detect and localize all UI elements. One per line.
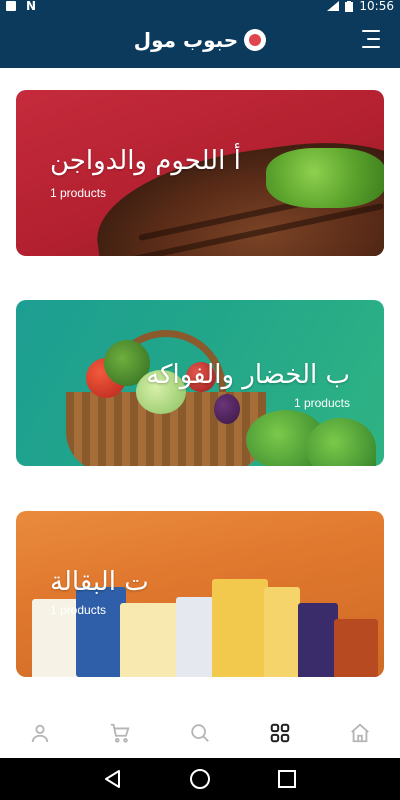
app-bar: حبوب مول (0, 12, 400, 68)
nav-cart[interactable] (100, 713, 140, 753)
category-card-meat[interactable]: أ اللحوم والدواجن 1 products (16, 90, 384, 256)
oil-bottle-image (264, 587, 300, 677)
search-icon (191, 724, 209, 742)
herb-topping-image (266, 148, 384, 208)
cart-icon (110, 723, 130, 743)
nav-search[interactable] (180, 713, 220, 753)
app-title: حبوب مول (133, 28, 239, 52)
system-back-button[interactable] (98, 764, 128, 794)
bottom-navigation (0, 708, 400, 758)
hamburger-menu-icon[interactable] (360, 30, 380, 48)
system-recents-button[interactable] (272, 764, 302, 794)
brand: حبوب مول (133, 28, 267, 52)
notification-icon (6, 1, 16, 11)
back-icon (105, 770, 121, 788)
home-circle-icon (189, 769, 210, 789)
recents-icon (277, 770, 296, 788)
system-home-button[interactable] (185, 764, 215, 794)
jam-jar-image (298, 603, 338, 677)
category-count: 1 products (293, 396, 350, 410)
milk-can-image (76, 587, 126, 677)
battery-icon (345, 0, 354, 12)
grid-icon (270, 723, 290, 743)
status-bar: N 10:56 (0, 0, 400, 13)
category-title: أ اللحوم والدواجن (50, 146, 241, 176)
category-card-vegetables[interactable]: ب الخضار والفواكه 1 products (16, 300, 384, 466)
brand-logo-icon (244, 29, 267, 51)
system-navigation-bar (0, 758, 400, 800)
ketchup-bottle-image (334, 619, 378, 677)
category-title: ت البقالة (50, 567, 149, 597)
rice-bag-image (120, 603, 180, 677)
home-icon (351, 723, 369, 743)
person-icon (31, 724, 49, 743)
corn-flakes-image (212, 579, 268, 677)
category-count: 1 products (50, 603, 107, 617)
category-list: أ اللحوم والدواجن 1 products ب الخضار وا… (0, 68, 400, 708)
lettuce-image (306, 418, 376, 466)
category-card-grocery[interactable]: ت البقالة 1 products (16, 511, 384, 677)
eggplant-image (214, 394, 240, 424)
nav-profile[interactable] (20, 713, 60, 753)
signal-icon (327, 1, 340, 11)
oil-bottle-image (176, 597, 216, 677)
nav-categories[interactable] (260, 713, 300, 753)
nav-home[interactable] (340, 713, 380, 753)
category-title: ب الخضار والفواكه (146, 360, 350, 390)
category-count: 1 products (50, 186, 107, 200)
